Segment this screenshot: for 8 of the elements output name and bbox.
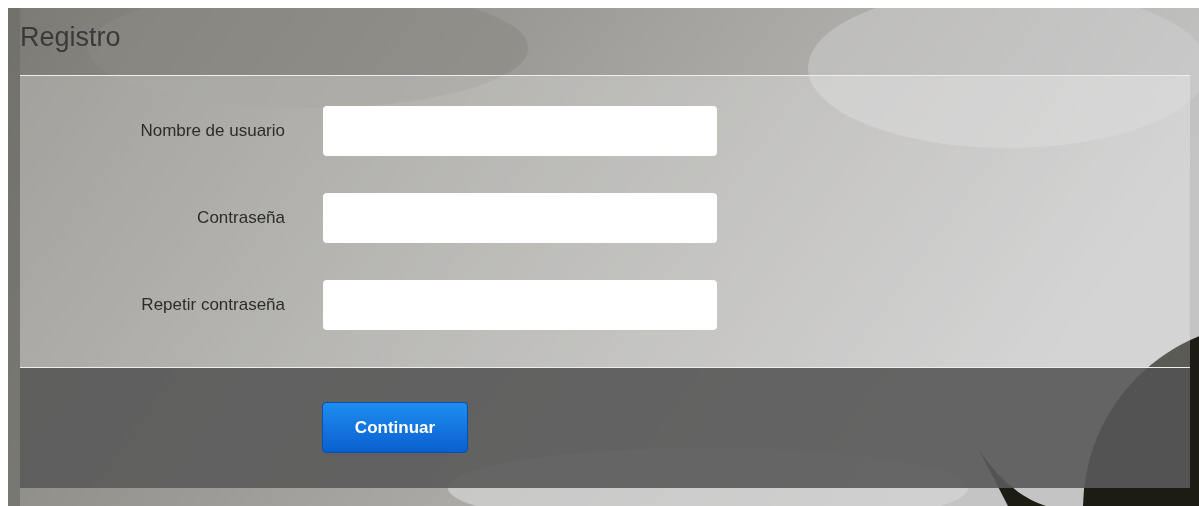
input-field[interactable] <box>323 193 717 243</box>
continue-button[interactable]: Continuar <box>322 402 468 453</box>
input-field[interactable] <box>323 106 717 156</box>
input-field[interactable] <box>323 280 717 330</box>
field-label: Nombre de usuario <box>139 121 285 141</box>
field-label: Contraseña <box>196 208 285 228</box>
field-label: Repetir contraseña <box>140 295 285 315</box>
form-title: Registro <box>19 21 122 54</box>
